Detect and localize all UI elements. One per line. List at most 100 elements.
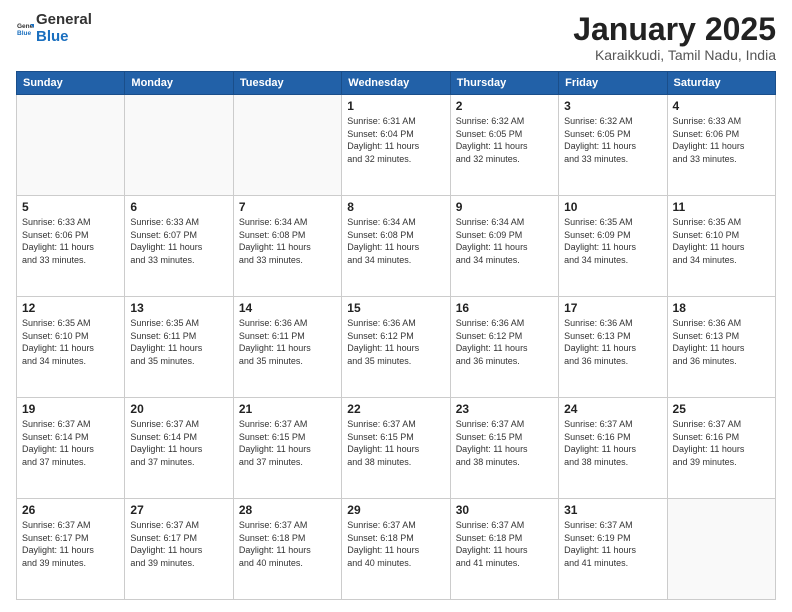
day-info: Sunrise: 6:37 AM Sunset: 6:19 PM Dayligh… [564,519,661,569]
day-info: Sunrise: 6:37 AM Sunset: 6:15 PM Dayligh… [239,418,336,468]
day-info: Sunrise: 6:34 AM Sunset: 6:08 PM Dayligh… [347,216,444,266]
table-row [125,95,233,196]
table-row: 1 Sunrise: 6:31 AM Sunset: 6:04 PM Daylig… [342,95,450,196]
table-row: 25Sunrise: 6:37 AM Sunset: 6:16 PM Dayli… [667,398,775,499]
day-number: 16 [456,301,553,315]
logo-general: General [36,12,92,29]
day-info: Sunrise: 6:33 AM Sunset: 6:06 PM Dayligh… [673,115,770,165]
table-row: 13 Sunrise: 6:35 AM Sunset: 6:11 PM Dayli… [125,297,233,398]
day-info: Sunrise: 6:37 AM Sunset: 6:17 PM Dayligh… [22,519,119,569]
calendar-table: Sunday Monday Tuesday Wednesday Thursday… [16,71,776,600]
page: General Blue General Blue January 2025 K… [0,0,792,612]
day-info: Sunrise: 6:37 AM Sunset: 6:14 PM Dayligh… [130,418,227,468]
table-row: 9 Sunrise: 6:34 AM Sunset: 6:09 PM Daylig… [450,196,558,297]
col-thursday: Thursday [450,72,558,95]
table-row: 15Sunrise: 6:36 AM Sunset: 6:12 PM Dayli… [342,297,450,398]
day-info: Sunrise: 6:35 AM Sunset: 6:10 PM Dayligh… [22,317,119,367]
day-info: Sunrise: 6:37 AM Sunset: 6:17 PM Dayligh… [130,519,227,569]
location: Karaikkudi, Tamil Nadu, India [573,47,776,63]
day-info: Sunrise: 6:31 AM Sunset: 6:04 PM Dayligh… [347,115,444,165]
table-row: 5Sunrise: 6:33 AM Sunset: 6:06 PM Daylig… [17,196,125,297]
table-row: 28 Sunrise: 6:37 AM Sunset: 6:18 PM Dayli… [233,499,341,600]
col-sunday: Sunday [17,72,125,95]
day-number: 18 [673,301,770,315]
table-row: 4 Sunrise: 6:33 AM Sunset: 6:06 PM Daylig… [667,95,775,196]
header: General Blue General Blue January 2025 K… [16,12,776,63]
day-number: 5 [22,200,119,214]
table-row: 21 Sunrise: 6:37 AM Sunset: 6:15 PM Dayli… [233,398,341,499]
table-row: 12 Sunrise: 6:35 AM Sunset: 6:10 PM Dayli… [17,297,125,398]
table-row: 29 Sunrise: 6:37 AM Sunset: 6:18 PM Dayli… [342,499,450,600]
day-number: 6 [130,200,227,214]
day-number: 9 [456,200,553,214]
table-row [667,499,775,600]
table-row: 17 Sunrise: 6:36 AM Sunset: 6:13 PM Dayli… [559,297,667,398]
day-info: Sunrise: 6:37 AM Sunset: 6:15 PM Dayligh… [456,418,553,468]
day-number: 23 [456,402,553,416]
calendar-header-row: Sunday Monday Tuesday Wednesday Thursday… [17,72,776,95]
table-row: 2Sunrise: 6:32 AM Sunset: 6:05 PM Daylig… [450,95,558,196]
day-number: 8 [347,200,444,214]
day-number: 1 [347,99,444,113]
calendar-week-row: 1 Sunrise: 6:31 AM Sunset: 6:04 PM Daylig… [17,95,776,196]
day-number: 12 [22,301,119,315]
day-info: Sunrise: 6:37 AM Sunset: 6:18 PM Dayligh… [239,519,336,569]
col-tuesday: Tuesday [233,72,341,95]
table-row: 31 Sunrise: 6:37 AM Sunset: 6:19 PM Dayli… [559,499,667,600]
day-info: Sunrise: 6:36 AM Sunset: 6:11 PM Dayligh… [239,317,336,367]
day-number: 29 [347,503,444,517]
day-info: Sunrise: 6:34 AM Sunset: 6:08 PM Dayligh… [239,216,336,266]
day-number: 17 [564,301,661,315]
table-row: 18Sunrise: 6:36 AM Sunset: 6:13 PM Dayli… [667,297,775,398]
day-number: 31 [564,503,661,517]
day-number: 14 [239,301,336,315]
day-number: 26 [22,503,119,517]
day-info: Sunrise: 6:37 AM Sunset: 6:16 PM Dayligh… [564,418,661,468]
table-row [233,95,341,196]
table-row: 27Sunrise: 6:37 AM Sunset: 6:17 PM Dayli… [125,499,233,600]
day-info: Sunrise: 6:32 AM Sunset: 6:05 PM Dayligh… [564,115,661,165]
day-number: 28 [239,503,336,517]
day-info: Sunrise: 6:37 AM Sunset: 6:18 PM Dayligh… [456,519,553,569]
day-info: Sunrise: 6:37 AM Sunset: 6:14 PM Dayligh… [22,418,119,468]
day-number: 22 [347,402,444,416]
table-row: 14 Sunrise: 6:36 AM Sunset: 6:11 PM Dayli… [233,297,341,398]
title-section: January 2025 Karaikkudi, Tamil Nadu, Ind… [573,12,776,63]
svg-text:Blue: Blue [17,30,31,37]
table-row: 6 Sunrise: 6:33 AM Sunset: 6:07 PM Daylig… [125,196,233,297]
table-row: 3 Sunrise: 6:32 AM Sunset: 6:05 PM Daylig… [559,95,667,196]
day-info: Sunrise: 6:36 AM Sunset: 6:13 PM Dayligh… [564,317,661,367]
logo: General Blue General Blue [16,12,92,45]
day-number: 2 [456,99,553,113]
day-info: Sunrise: 6:35 AM Sunset: 6:11 PM Dayligh… [130,317,227,367]
day-number: 20 [130,402,227,416]
day-info: Sunrise: 6:34 AM Sunset: 6:09 PM Dayligh… [456,216,553,266]
day-number: 21 [239,402,336,416]
day-info: Sunrise: 6:35 AM Sunset: 6:10 PM Dayligh… [673,216,770,266]
logo-blue: Blue [36,29,92,46]
day-number: 25 [673,402,770,416]
day-info: Sunrise: 6:33 AM Sunset: 6:07 PM Dayligh… [130,216,227,266]
month-title: January 2025 [573,12,776,47]
day-info: Sunrise: 6:37 AM Sunset: 6:15 PM Dayligh… [347,418,444,468]
table-row: 22 Sunrise: 6:37 AM Sunset: 6:15 PM Dayli… [342,398,450,499]
col-monday: Monday [125,72,233,95]
table-row: 11 Sunrise: 6:35 AM Sunset: 6:10 PM Dayli… [667,196,775,297]
day-info: Sunrise: 6:35 AM Sunset: 6:09 PM Dayligh… [564,216,661,266]
day-info: Sunrise: 6:37 AM Sunset: 6:18 PM Dayligh… [347,519,444,569]
day-number: 7 [239,200,336,214]
table-row: 16 Sunrise: 6:36 AM Sunset: 6:12 PM Dayli… [450,297,558,398]
day-number: 4 [673,99,770,113]
calendar-week-row: 26 Sunrise: 6:37 AM Sunset: 6:17 PM Dayli… [17,499,776,600]
day-number: 3 [564,99,661,113]
col-wednesday: Wednesday [342,72,450,95]
col-friday: Friday [559,72,667,95]
table-row: 10Sunrise: 6:35 AM Sunset: 6:09 PM Dayli… [559,196,667,297]
calendar-week-row: 12 Sunrise: 6:35 AM Sunset: 6:10 PM Dayli… [17,297,776,398]
day-info: Sunrise: 6:36 AM Sunset: 6:12 PM Dayligh… [456,317,553,367]
day-number: 13 [130,301,227,315]
table-row: 7 Sunrise: 6:34 AM Sunset: 6:08 PM Daylig… [233,196,341,297]
day-info: Sunrise: 6:36 AM Sunset: 6:12 PM Dayligh… [347,317,444,367]
table-row: 8 Sunrise: 6:34 AM Sunset: 6:08 PM Daylig… [342,196,450,297]
day-number: 11 [673,200,770,214]
